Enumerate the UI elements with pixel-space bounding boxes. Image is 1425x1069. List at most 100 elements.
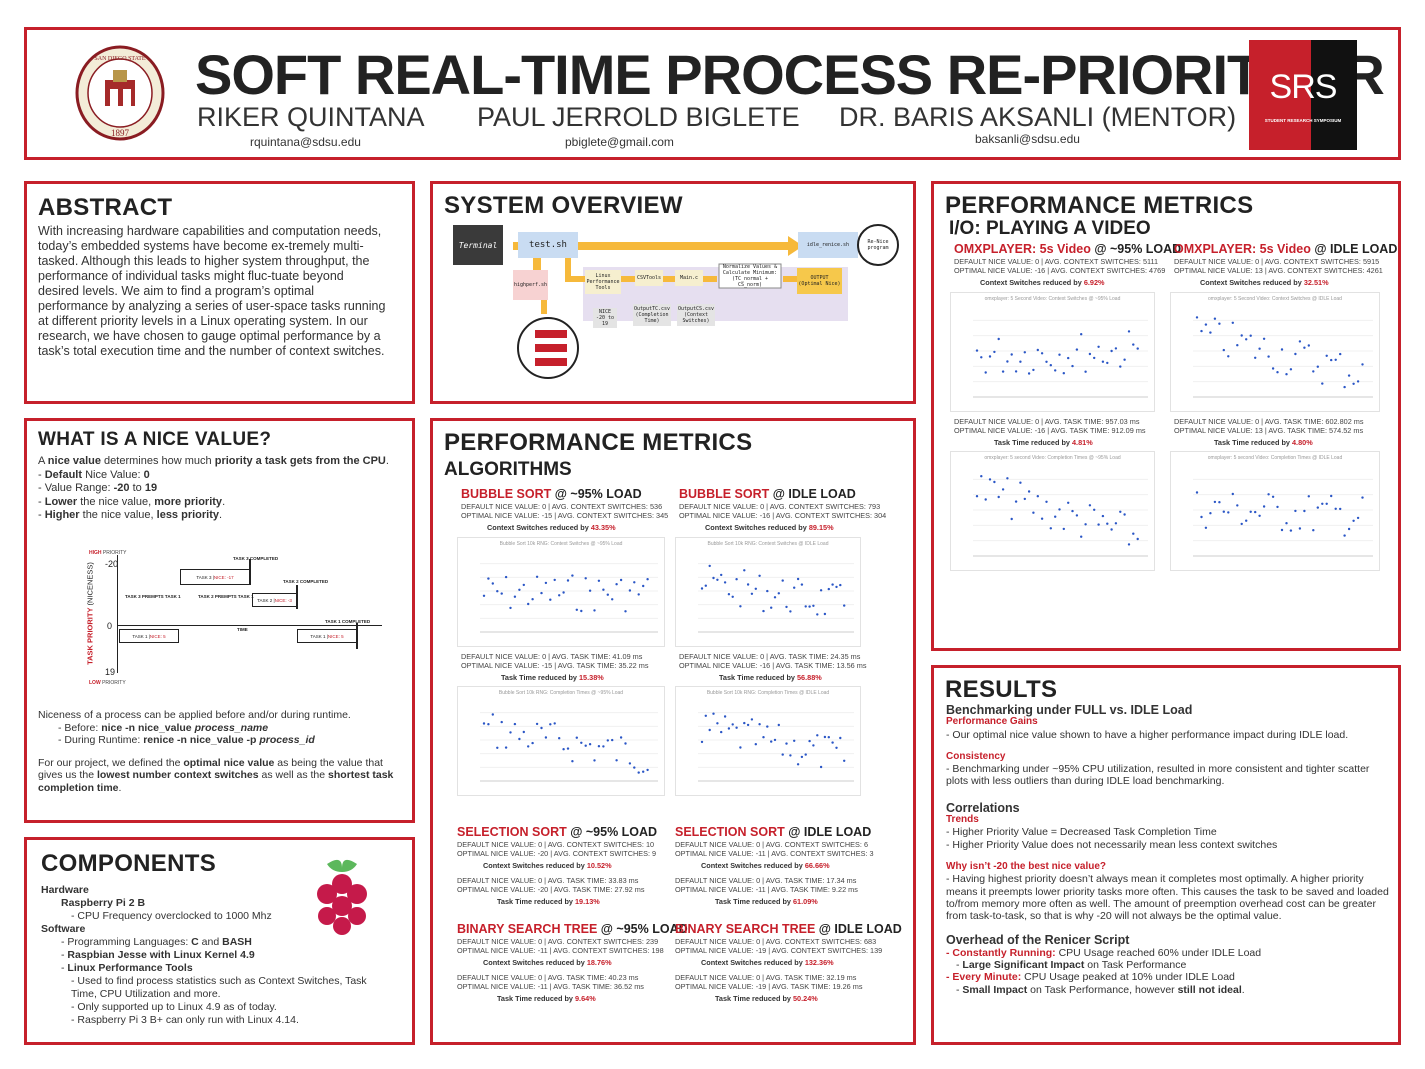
scatter-point bbox=[1356, 380, 1360, 383]
scatter-point bbox=[593, 609, 596, 612]
overview-main-c: Main.c bbox=[679, 275, 699, 281]
scatter-point bbox=[504, 746, 508, 749]
overview-idle-renice: idle_renice.sh bbox=[806, 242, 850, 248]
nice-runtime-text: Niceness of a process can be applied bef… bbox=[38, 709, 394, 794]
scatter-point bbox=[1049, 527, 1052, 530]
diagram-task1b: TASK 1 | NICE: 5 bbox=[297, 629, 357, 643]
author-2-email: pbiglete@gmail.com bbox=[565, 135, 674, 149]
diagram-preempt-21: TASK 2 PREMPTS TASK 1 bbox=[198, 594, 254, 599]
metric-tt-reduced: Task Time reduced by 4.80% bbox=[1214, 438, 1313, 447]
metric-chart-tt: Bubble Sort 10k RNG: Completion Times @ … bbox=[675, 686, 861, 796]
overview-renice-program: Re-Nice program bbox=[867, 239, 889, 251]
scatter-point bbox=[527, 745, 530, 748]
scatter-point bbox=[566, 747, 570, 750]
metric-title: OMXPLAYER: 5s Video @ ~95% LOAD bbox=[954, 242, 1182, 256]
metric-cs-reduced: Context Switches reduced by 89.15% bbox=[705, 523, 834, 532]
metric-chart-cs: Bubble Sort 10k RNG: Context Switches @ … bbox=[457, 537, 665, 647]
scatter-point bbox=[804, 753, 807, 756]
scatter-point bbox=[628, 589, 632, 592]
results-overhead: Overhead of the Renicer Script bbox=[946, 933, 1130, 948]
diagram-high-priority: PRIORITY bbox=[102, 550, 127, 556]
overview-heading: SYSTEM OVERVIEW bbox=[444, 192, 683, 219]
scatter-point bbox=[575, 736, 578, 739]
scatter-point bbox=[835, 585, 838, 589]
scatter-point bbox=[993, 350, 996, 354]
scatter-point bbox=[646, 768, 649, 772]
scatter-point bbox=[1213, 500, 1217, 504]
scatter-point bbox=[823, 612, 827, 616]
scatter-point bbox=[571, 760, 574, 763]
scatter-point bbox=[1106, 361, 1109, 365]
scatter-point bbox=[1245, 519, 1248, 522]
scatter-point bbox=[827, 587, 830, 591]
overview-nice-range: NICE -20 to 19 bbox=[595, 309, 615, 327]
diagram-low-priority: PRIORITY bbox=[102, 680, 126, 686]
scatter-point bbox=[1110, 349, 1113, 353]
scatter-point bbox=[727, 593, 731, 596]
scatter-point bbox=[1227, 355, 1230, 358]
metric-cs-reduced: Context Switches reduced by 43.35% bbox=[487, 523, 616, 532]
scatter-point bbox=[800, 583, 804, 586]
scatter-point bbox=[1027, 490, 1031, 493]
scatter-point bbox=[482, 594, 486, 597]
results-pg-text: - Our optimal nice value shown to have a… bbox=[946, 728, 1349, 741]
scatter-point bbox=[633, 766, 636, 769]
results-why-text: - Having highest priority doesn’t always… bbox=[946, 873, 1389, 923]
scatter-point bbox=[777, 592, 780, 595]
scatter-point bbox=[1032, 368, 1035, 372]
scatter-point bbox=[1240, 522, 1243, 526]
scatter-point bbox=[1023, 497, 1026, 501]
scatter-point bbox=[708, 564, 711, 568]
overview-normalize: Normalize Values & Calculate Minimum:(TC… bbox=[722, 264, 778, 288]
scatter-point bbox=[1032, 511, 1035, 514]
scatter-point bbox=[1245, 338, 1248, 341]
scatter-point bbox=[716, 578, 719, 581]
scatter-point bbox=[808, 605, 811, 608]
scatter-point bbox=[1062, 527, 1065, 531]
scatter-point bbox=[1231, 492, 1234, 496]
scatter-point bbox=[1312, 529, 1315, 532]
scatter-point bbox=[723, 581, 727, 584]
components-panel: COMPONENTS Hardware Raspberry Pi 2 B - C… bbox=[24, 837, 415, 1045]
sdsu-seal: SAN DIEGO STATE 1897 bbox=[75, 45, 165, 141]
scatter-point bbox=[816, 734, 819, 737]
scatter-point bbox=[566, 579, 570, 582]
scatter-point bbox=[700, 587, 704, 590]
metric-cs-reduced: Context Switches reduced by 10.52% bbox=[483, 861, 612, 870]
abstract-panel: ABSTRACT With increasing hardware capabi… bbox=[24, 181, 415, 404]
scatter-point bbox=[1027, 372, 1031, 375]
scatter-point bbox=[796, 577, 800, 581]
results-overhead-2: - Large Significant Impact on Task Perfo… bbox=[956, 959, 1187, 972]
metric-tt-optimal: OPTIMAL NICE VALUE: -16 | AVG. TASK TIME… bbox=[954, 426, 1146, 435]
scatter-point bbox=[513, 595, 517, 598]
metric-cs-optimal: OPTIMAL NICE VALUE: -19 | AVG. CONTEXT S… bbox=[675, 946, 883, 955]
scatter-point bbox=[491, 713, 494, 716]
scatter-point bbox=[843, 604, 846, 607]
scatter-point bbox=[562, 591, 565, 594]
scatter-point bbox=[1001, 370, 1005, 373]
scatter-point bbox=[731, 595, 734, 598]
scatter-point bbox=[770, 740, 773, 743]
scatter-point bbox=[750, 718, 754, 721]
scatter-point bbox=[527, 602, 530, 606]
scatter-point bbox=[988, 355, 992, 358]
scatter-point bbox=[975, 495, 979, 498]
metric-title: BINARY SEARCH TREE @ ~95% LOAD bbox=[457, 922, 688, 936]
scatter-point bbox=[1001, 488, 1005, 491]
scatter-point bbox=[743, 721, 746, 725]
scatter-point bbox=[1114, 347, 1118, 350]
scatter-point bbox=[1054, 369, 1057, 372]
scatter-point bbox=[785, 742, 788, 745]
scatter-point bbox=[1325, 502, 1328, 505]
metric-tt-reduced: Task Time reduced by 56.88% bbox=[719, 673, 822, 682]
scatter-point bbox=[739, 746, 742, 749]
scatter-point bbox=[1249, 510, 1252, 513]
scatter-point bbox=[1019, 360, 1022, 363]
io-grid: OMXPLAYER: 5s Video @ ~95% LOAD DEFAULT N… bbox=[934, 184, 1398, 648]
scatter-point bbox=[766, 725, 769, 728]
diagram-axis-sub: (NICENESS) bbox=[85, 562, 95, 606]
scatter-point bbox=[522, 730, 525, 734]
metric-title: SELECTION SORT @ IDLE LOAD bbox=[675, 825, 872, 839]
scatter-point bbox=[1195, 491, 1199, 494]
metric-cs-optimal: OPTIMAL NICE VALUE: -20 | AVG. CONTEXT S… bbox=[457, 849, 657, 858]
